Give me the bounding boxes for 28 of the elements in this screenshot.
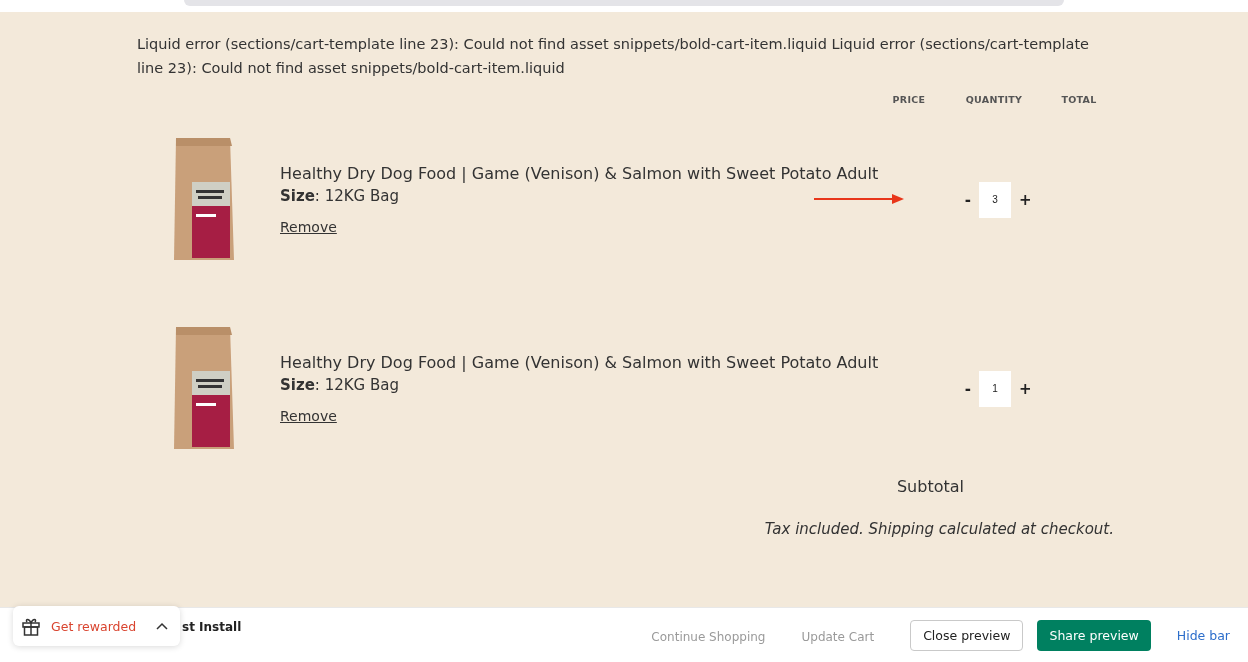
hide-bar-link[interactable]: Hide bar (1176, 627, 1230, 643)
faded-button-label: Update Cart (801, 630, 875, 644)
decrease-button[interactable]: - (962, 379, 973, 398)
remove-link[interactable]: Remove (280, 219, 337, 235)
rewards-label: Get rewarded (51, 618, 137, 634)
close-preview-button[interactable]: Close preview (910, 619, 1024, 651)
product-title: Healthy Dry Dog Food | Game (Venison) & Salmon with Sweet Potato Adult (280, 164, 879, 183)
product-title: Healthy Dry Dog Food | Game (Venison) & Salmon with Sweet Potato Adult (280, 353, 879, 372)
chevron-up-icon[interactable] (156, 622, 169, 630)
share-preview-button[interactable]: Share preview (1037, 619, 1151, 651)
bar-text: st Install (182, 620, 242, 634)
column-header: QUANTITY (964, 94, 1024, 105)
rewards-popup[interactable]: Get rewarded (13, 606, 181, 646)
gift-icon (21, 616, 41, 636)
increase-button[interactable]: + (1017, 190, 1034, 209)
error-message: Liquid error (sections/cart-template line 23): Could not find asset snippets/bold-cart-item.liquid Liquid error (sections/cart-template line 23): Could not find asset snippets/bold-cart-item.liquid (137, 35, 1090, 78)
quantity-field[interactable]: 1 (979, 370, 1011, 407)
product-size: Size: 12KG Bag (280, 376, 399, 394)
column-header: TOTAL (1060, 94, 1098, 105)
subtotal-label: Subtotal (896, 477, 964, 496)
increase-button[interactable]: + (1017, 379, 1034, 398)
quantity-field[interactable]: 3 (979, 181, 1011, 218)
decrease-button[interactable]: - (962, 190, 973, 209)
faded-button-label: Continue Shopping (651, 630, 766, 644)
remove-link[interactable]: Remove (280, 408, 337, 424)
tax-note: Tax included. Shipping calculated at checkout. (764, 520, 1114, 538)
product-size: Size: 12KG Bag (280, 187, 399, 205)
column-header: PRICE (891, 94, 927, 105)
